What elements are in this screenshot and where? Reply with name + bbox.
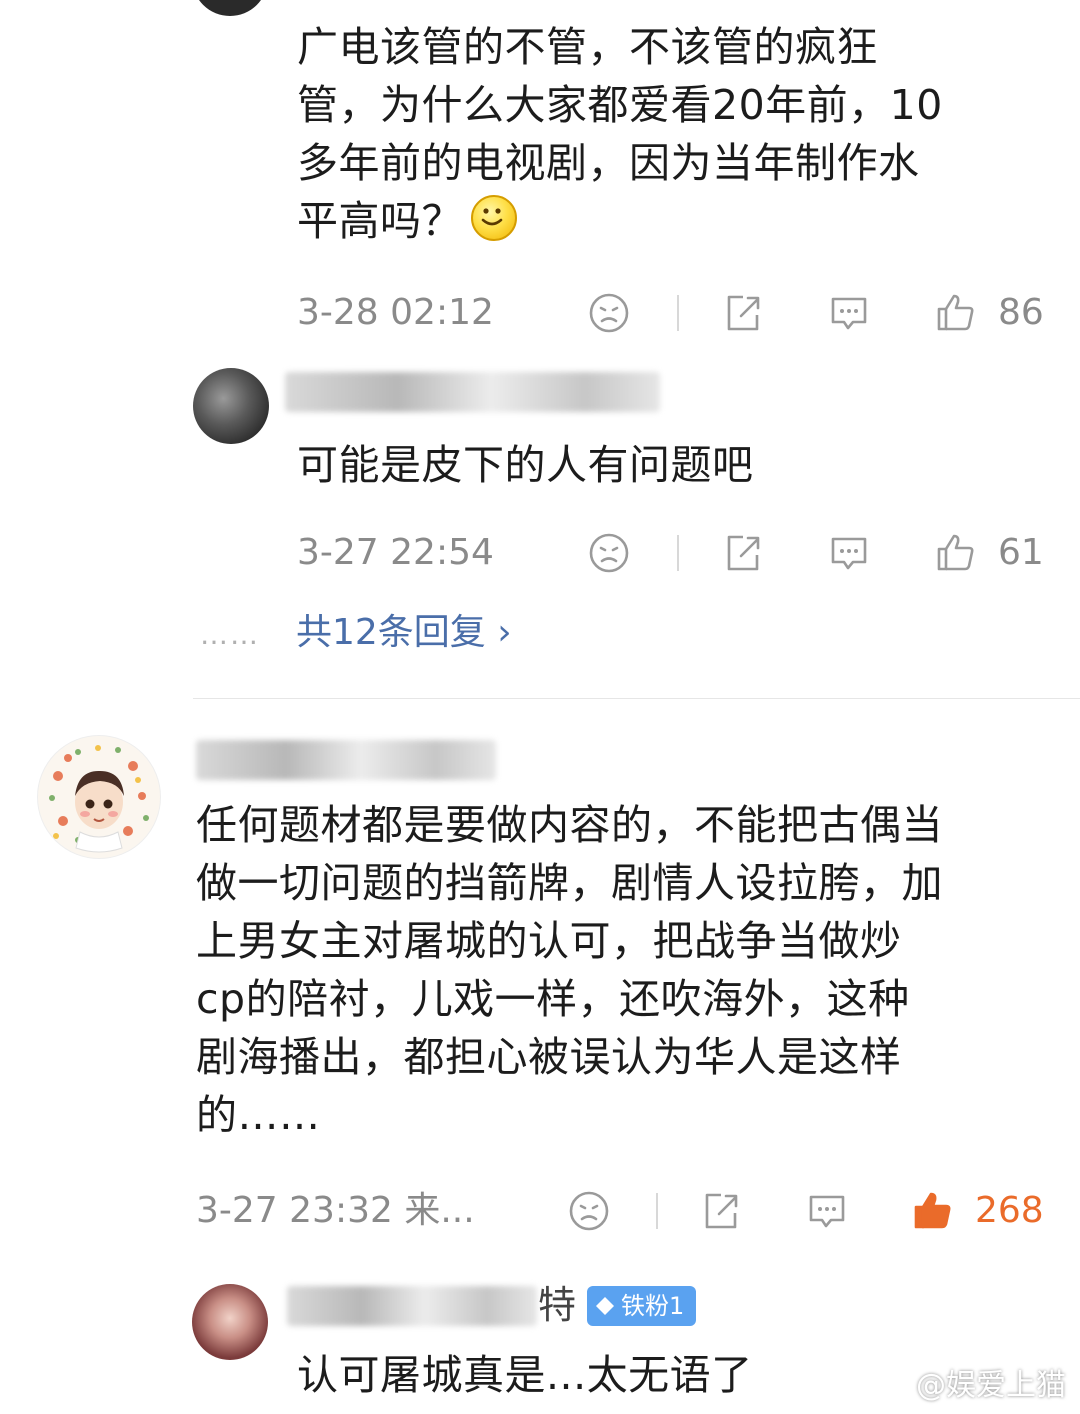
comment-line: 上男女主对屠城的认可，把战争当做炒 [196,917,902,965]
thumbs-up-icon[interactable] [934,531,978,575]
like-count: 268 [975,1190,1044,1231]
reply-time: 3-27 22:54 [297,532,494,573]
comment-meta-row: 3-28 02:12 86 [0,283,1080,343]
avatar[interactable] [193,368,269,444]
comment-line: 任何题材都是要做内容的，不能把古偶当 [196,801,943,849]
sad-face-icon[interactable] [567,1189,611,1233]
reply-text: 可能是皮下的人有问题吧 [297,441,754,489]
comment-line: 平高吗？ [297,192,1057,250]
comment-line: 广电该管的不管，不该管的疯狂 [297,23,878,71]
username-blurred[interactable] [196,740,496,780]
fan-badge[interactable]: 铁粉1 [587,1286,697,1326]
divider [193,698,1080,699]
comment-line: 多年前的电视剧，因为当年制作水 [297,139,920,187]
comment-bubble-icon[interactable] [827,291,871,335]
comment-time: 3-28 02:12 [297,292,494,333]
comment-bubble-icon[interactable] [827,531,871,575]
comment-line: 的…… [196,1091,321,1139]
comment-bubble-icon[interactable] [805,1189,849,1233]
more-dots: …… [200,618,260,651]
divider [677,535,679,571]
comment-meta-row: 3-27 23:32 来... 268 [0,1181,1080,1241]
diamond-icon [596,1297,614,1315]
avatar-illustration [49,745,149,853]
comment-line: cp的陪衬，儿戏一样，还吹海外，这种 [196,975,910,1023]
share-icon[interactable] [721,531,765,575]
like-count: 86 [998,292,1044,333]
view-more-replies-link[interactable]: 共12条回复 › [296,608,512,658]
fan-badge-label: 铁粉1 [621,1292,685,1320]
username-blurred[interactable] [285,372,660,412]
reply-meta-row: 3-27 22:54 61 [0,523,1080,583]
avatar[interactable] [192,0,268,16]
comment-text: 任何题材都是要做内容的，不能把古偶当 做一切问题的挡箭牌，剧情人设拉胯，加 上男… [196,796,1060,1144]
comment-line: 做一切问题的挡箭牌，剧情人设拉胯，加 [196,859,943,907]
avatar[interactable] [192,1284,268,1360]
avatar[interactable] [37,735,161,859]
share-icon[interactable] [721,291,765,335]
comment-line-text: 平高吗？ [297,197,463,245]
share-icon[interactable] [699,1189,743,1233]
divider [656,1193,658,1229]
like-count: 61 [998,532,1044,573]
thumbs-up-icon[interactable] [911,1189,955,1233]
username-suffix[interactable]: 特 [538,1280,576,1330]
comment-line: 管，为什么大家都爱看20年前，10 [297,81,943,129]
watermark: @娱爱上猫 [916,1368,1066,1403]
smile-emoji-icon [471,195,517,241]
thumbs-up-icon[interactable] [934,291,978,335]
comment-line: 剧海播出，都担心被误认为华人是这样 [196,1033,902,1081]
sad-face-icon[interactable] [587,291,631,335]
divider [677,295,679,331]
comment-text: 广电该管的不管，不该管的疯狂 管，为什么大家都爱看20年前，10 多年前的电视剧… [297,18,1057,250]
sad-face-icon[interactable] [587,531,631,575]
comment-time: 3-27 23:32 来... [196,1190,475,1231]
username-blurred[interactable] [287,1286,537,1326]
